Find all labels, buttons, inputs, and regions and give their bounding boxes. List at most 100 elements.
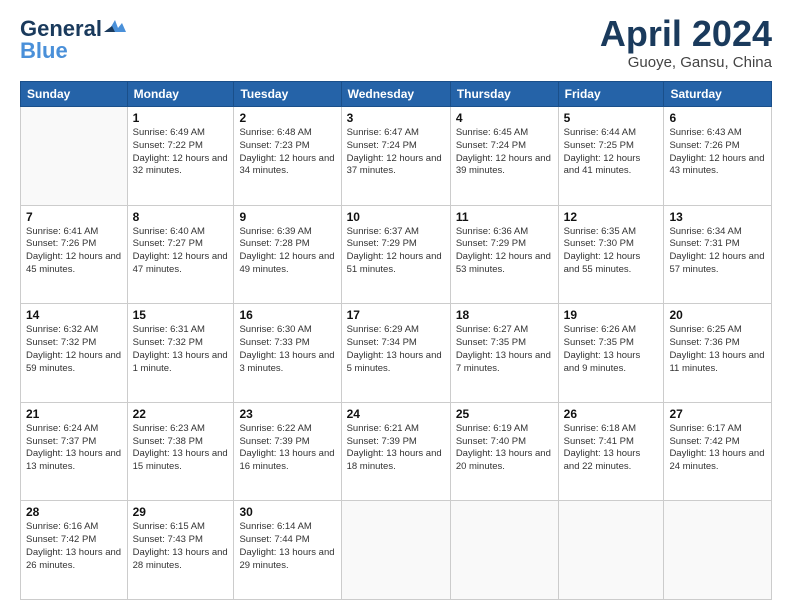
day-number: 12: [564, 210, 659, 224]
day-info: Sunrise: 6:43 AMSunset: 7:26 PMDaylight:…: [669, 127, 766, 178]
week-row-5: 28 Sunrise: 6:16 AMSunset: 7:42 PMDaylig…: [21, 501, 772, 600]
day-info: Sunrise: 6:24 AMSunset: 7:37 PMDaylight:…: [26, 423, 122, 474]
calendar-cell: 19 Sunrise: 6:26 AMSunset: 7:35 PMDaylig…: [558, 304, 664, 403]
day-info: Sunrise: 6:26 AMSunset: 7:35 PMDaylight:…: [564, 324, 659, 375]
day-number: 9: [239, 210, 335, 224]
calendar-cell: 26 Sunrise: 6:18 AMSunset: 7:41 PMDaylig…: [558, 402, 664, 501]
weekday-header-monday: Monday: [127, 82, 234, 107]
day-info: Sunrise: 6:47 AMSunset: 7:24 PMDaylight:…: [347, 127, 445, 178]
day-number: 25: [456, 407, 553, 421]
calendar-cell: 23 Sunrise: 6:22 AMSunset: 7:39 PMDaylig…: [234, 402, 341, 501]
day-number: 1: [133, 111, 229, 125]
calendar-cell: 27 Sunrise: 6:17 AMSunset: 7:42 PMDaylig…: [664, 402, 772, 501]
calendar-cell: 20 Sunrise: 6:25 AMSunset: 7:36 PMDaylig…: [664, 304, 772, 403]
calendar-cell: 11 Sunrise: 6:36 AMSunset: 7:29 PMDaylig…: [450, 205, 558, 304]
day-info: Sunrise: 6:41 AMSunset: 7:26 PMDaylight:…: [26, 226, 122, 277]
day-number: 23: [239, 407, 335, 421]
day-info: Sunrise: 6:40 AMSunset: 7:27 PMDaylight:…: [133, 226, 229, 277]
calendar-cell: [341, 501, 450, 600]
calendar-cell: 3 Sunrise: 6:47 AMSunset: 7:24 PMDayligh…: [341, 107, 450, 206]
day-info: Sunrise: 6:23 AMSunset: 7:38 PMDaylight:…: [133, 423, 229, 474]
weekday-header-saturday: Saturday: [664, 82, 772, 107]
calendar-cell: 15 Sunrise: 6:31 AMSunset: 7:32 PMDaylig…: [127, 304, 234, 403]
day-number: 17: [347, 308, 445, 322]
calendar-cell: 12 Sunrise: 6:35 AMSunset: 7:30 PMDaylig…: [558, 205, 664, 304]
day-info: Sunrise: 6:36 AMSunset: 7:29 PMDaylight:…: [456, 226, 553, 277]
calendar-cell: 28 Sunrise: 6:16 AMSunset: 7:42 PMDaylig…: [21, 501, 128, 600]
calendar-cell: 8 Sunrise: 6:40 AMSunset: 7:27 PMDayligh…: [127, 205, 234, 304]
day-number: 5: [564, 111, 659, 125]
title-block: April 2024 Guoye, Gansu, China: [600, 16, 772, 71]
calendar-cell: 25 Sunrise: 6:19 AMSunset: 7:40 PMDaylig…: [450, 402, 558, 501]
day-info: Sunrise: 6:35 AMSunset: 7:30 PMDaylight:…: [564, 226, 659, 277]
day-info: Sunrise: 6:49 AMSunset: 7:22 PMDaylight:…: [133, 127, 229, 178]
calendar-cell: 16 Sunrise: 6:30 AMSunset: 7:33 PMDaylig…: [234, 304, 341, 403]
calendar-cell: 22 Sunrise: 6:23 AMSunset: 7:38 PMDaylig…: [127, 402, 234, 501]
calendar-cell: 30 Sunrise: 6:14 AMSunset: 7:44 PMDaylig…: [234, 501, 341, 600]
day-number: 27: [669, 407, 766, 421]
day-number: 4: [456, 111, 553, 125]
week-row-1: 1 Sunrise: 6:49 AMSunset: 7:22 PMDayligh…: [21, 107, 772, 206]
day-info: Sunrise: 6:14 AMSunset: 7:44 PMDaylight:…: [239, 521, 335, 572]
day-info: Sunrise: 6:15 AMSunset: 7:43 PMDaylight:…: [133, 521, 229, 572]
day-number: 7: [26, 210, 122, 224]
header: General Blue April 2024 Guoye, Gansu, Ch…: [20, 16, 772, 71]
logo: General Blue: [20, 16, 126, 64]
day-info: Sunrise: 6:32 AMSunset: 7:32 PMDaylight:…: [26, 324, 122, 375]
day-info: Sunrise: 6:31 AMSunset: 7:32 PMDaylight:…: [133, 324, 229, 375]
calendar-cell: 1 Sunrise: 6:49 AMSunset: 7:22 PMDayligh…: [127, 107, 234, 206]
weekday-header-thursday: Thursday: [450, 82, 558, 107]
day-number: 3: [347, 111, 445, 125]
calendar-cell: 24 Sunrise: 6:21 AMSunset: 7:39 PMDaylig…: [341, 402, 450, 501]
calendar-cell: 18 Sunrise: 6:27 AMSunset: 7:35 PMDaylig…: [450, 304, 558, 403]
day-number: 16: [239, 308, 335, 322]
day-number: 19: [564, 308, 659, 322]
calendar-cell: 4 Sunrise: 6:45 AMSunset: 7:24 PMDayligh…: [450, 107, 558, 206]
day-number: 10: [347, 210, 445, 224]
day-info: Sunrise: 6:22 AMSunset: 7:39 PMDaylight:…: [239, 423, 335, 474]
day-info: Sunrise: 6:21 AMSunset: 7:39 PMDaylight:…: [347, 423, 445, 474]
calendar-cell: 9 Sunrise: 6:39 AMSunset: 7:28 PMDayligh…: [234, 205, 341, 304]
day-info: Sunrise: 6:19 AMSunset: 7:40 PMDaylight:…: [456, 423, 553, 474]
day-info: Sunrise: 6:37 AMSunset: 7:29 PMDaylight:…: [347, 226, 445, 277]
day-info: Sunrise: 6:17 AMSunset: 7:42 PMDaylight:…: [669, 423, 766, 474]
day-info: Sunrise: 6:45 AMSunset: 7:24 PMDaylight:…: [456, 127, 553, 178]
day-number: 18: [456, 308, 553, 322]
calendar-cell: 7 Sunrise: 6:41 AMSunset: 7:26 PMDayligh…: [21, 205, 128, 304]
day-info: Sunrise: 6:39 AMSunset: 7:28 PMDaylight:…: [239, 226, 335, 277]
calendar-cell: 17 Sunrise: 6:29 AMSunset: 7:34 PMDaylig…: [341, 304, 450, 403]
day-number: 11: [456, 210, 553, 224]
calendar-cell: 13 Sunrise: 6:34 AMSunset: 7:31 PMDaylig…: [664, 205, 772, 304]
day-number: 26: [564, 407, 659, 421]
day-info: Sunrise: 6:34 AMSunset: 7:31 PMDaylight:…: [669, 226, 766, 277]
day-number: 2: [239, 111, 335, 125]
day-number: 22: [133, 407, 229, 421]
day-info: Sunrise: 6:48 AMSunset: 7:23 PMDaylight:…: [239, 127, 335, 178]
day-number: 20: [669, 308, 766, 322]
day-number: 28: [26, 505, 122, 519]
day-number: 24: [347, 407, 445, 421]
day-number: 15: [133, 308, 229, 322]
calendar-cell: 10 Sunrise: 6:37 AMSunset: 7:29 PMDaylig…: [341, 205, 450, 304]
calendar-cell: 2 Sunrise: 6:48 AMSunset: 7:23 PMDayligh…: [234, 107, 341, 206]
weekday-header-tuesday: Tuesday: [234, 82, 341, 107]
week-row-2: 7 Sunrise: 6:41 AMSunset: 7:26 PMDayligh…: [21, 205, 772, 304]
weekday-header-sunday: Sunday: [21, 82, 128, 107]
day-info: Sunrise: 6:16 AMSunset: 7:42 PMDaylight:…: [26, 521, 122, 572]
title-location: Guoye, Gansu, China: [600, 54, 772, 71]
day-number: 13: [669, 210, 766, 224]
day-info: Sunrise: 6:25 AMSunset: 7:36 PMDaylight:…: [669, 324, 766, 375]
weekday-header-friday: Friday: [558, 82, 664, 107]
day-number: 6: [669, 111, 766, 125]
day-info: Sunrise: 6:44 AMSunset: 7:25 PMDaylight:…: [564, 127, 659, 178]
logo-blue: Blue: [20, 38, 68, 64]
day-number: 8: [133, 210, 229, 224]
weekday-header-wednesday: Wednesday: [341, 82, 450, 107]
day-number: 14: [26, 308, 122, 322]
calendar-cell: [21, 107, 128, 206]
logo-bird-icon: [104, 18, 126, 36]
weekday-header-row: SundayMondayTuesdayWednesdayThursdayFrid…: [21, 82, 772, 107]
calendar-table: SundayMondayTuesdayWednesdayThursdayFrid…: [20, 81, 772, 600]
day-info: Sunrise: 6:29 AMSunset: 7:34 PMDaylight:…: [347, 324, 445, 375]
calendar-cell: [664, 501, 772, 600]
